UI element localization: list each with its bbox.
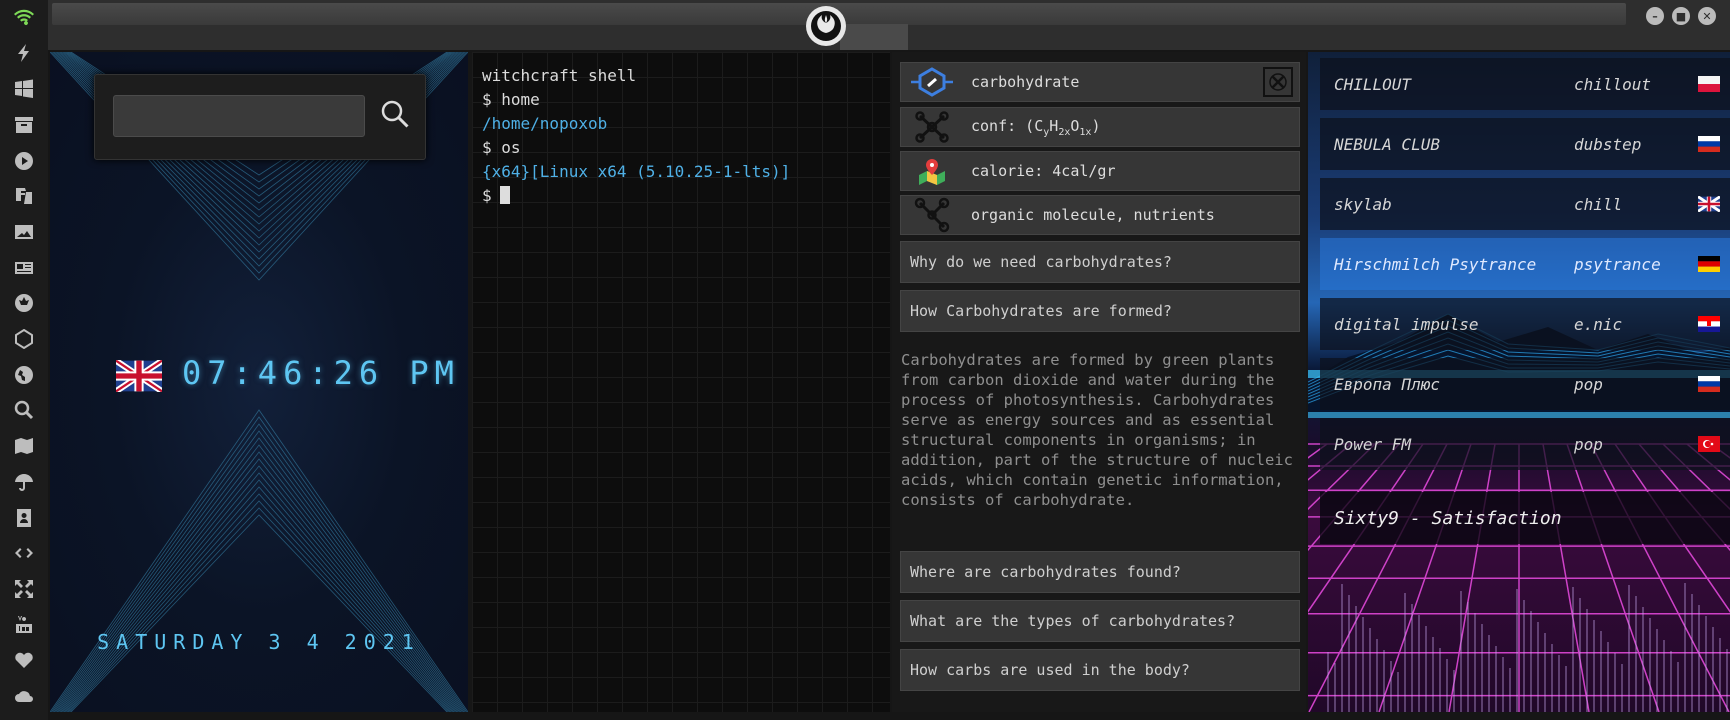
windows-icon[interactable] — [12, 77, 36, 100]
close-icon — [1269, 73, 1287, 91]
station-genre: e.nic — [1574, 314, 1623, 334]
info-calorie-row: calorie: 4cal/gr — [900, 151, 1300, 191]
close-info-button[interactable] — [1263, 67, 1293, 97]
translate-icon[interactable] — [12, 185, 36, 208]
faq-item[interactable]: Where are carbohydrates found? — [900, 551, 1300, 593]
globe-icon[interactable] — [12, 363, 36, 386]
info-title-row: carbohydrate — [900, 62, 1300, 102]
heart-icon[interactable] — [12, 649, 36, 672]
uk-flag-icon — [116, 360, 162, 392]
station-name: CHILLOUT — [1334, 74, 1412, 94]
contact-icon[interactable] — [12, 506, 36, 529]
station-genre: dubstep — [1574, 134, 1642, 154]
cloud-icon[interactable] — [12, 684, 36, 707]
station-genre: pop — [1574, 374, 1603, 394]
turkey-flag-icon — [1698, 436, 1720, 452]
expand-icon[interactable] — [12, 577, 36, 600]
map-icon[interactable] — [12, 434, 36, 457]
logo-tab[interactable] — [840, 24, 908, 50]
station-item[interactable]: NEBULA CLUB dubstep — [1320, 118, 1730, 170]
station-genre: psytrance — [1574, 254, 1661, 274]
station-item[interactable]: Power FM pop — [1320, 418, 1730, 470]
station-genre: chill — [1574, 194, 1623, 214]
newspaper-icon[interactable] — [12, 256, 36, 279]
faq-answer: Carbohydrates are formed by green plants… — [901, 351, 1293, 509]
info-calorie: calorie: 4cal/gr — [971, 162, 1116, 180]
station-name: skylab — [1334, 194, 1392, 214]
station-item[interactable]: digital impulse e.nic — [1320, 298, 1730, 350]
search-input[interactable] — [113, 95, 365, 137]
terminal-line: witchcraft shell — [482, 66, 637, 85]
rebel-icon[interactable] — [12, 292, 36, 315]
station-name: Hirschmilch Psytrance — [1334, 254, 1537, 274]
terminal-panel[interactable]: witchcraft shell $ home /home/nopoxob $ … — [472, 52, 890, 712]
molecule-structure-icon — [901, 108, 963, 146]
russia-flag-icon — [1698, 136, 1720, 152]
info-formula-row: conf: (CyH2xO1x) — [900, 107, 1300, 147]
clock-panel: 07:46:26 PM SATURDAY 3 4 2021 — [50, 52, 468, 712]
close-window-button[interactable]: ✕ — [1698, 7, 1716, 25]
maximize-button[interactable]: ■ — [1672, 7, 1690, 25]
search-button[interactable] — [379, 97, 411, 133]
info-title: carbohydrate — [971, 73, 1080, 91]
faq-item[interactable]: Why do we need carbohydrates? — [900, 241, 1300, 283]
info-category-row: organic molecule, nutrients — [900, 195, 1300, 235]
terminal-line: $ home — [482, 90, 540, 109]
app-sidebar — [0, 0, 48, 720]
station-name: Power FM — [1334, 434, 1412, 454]
germany-flag-icon — [1698, 256, 1720, 272]
uk-flag-icon — [1698, 196, 1720, 212]
youtube-icon[interactable] — [12, 613, 36, 636]
faq-item[interactable]: How carbs are used in the body? — [900, 649, 1300, 691]
radio-panel: CHILLOUT chillout NEBULA CLUB dubstep sk… — [1308, 52, 1730, 712]
info-panel: carbohydrate conf: (CyH2xO1x) calorie: 4… — [892, 52, 1306, 712]
station-item[interactable]: Европа Плюс pop — [1320, 358, 1730, 410]
info-category: organic molecule, nutrients — [971, 206, 1215, 224]
terminal-prompt-line[interactable]: $ — [482, 184, 880, 208]
magnifier-icon — [381, 100, 409, 128]
minimize-button[interactable]: – — [1646, 7, 1664, 25]
faq-item[interactable]: What are the types of carbohydrates? — [900, 600, 1300, 642]
molecule-hexagon-icon — [901, 63, 963, 101]
lightning-icon[interactable] — [12, 42, 36, 65]
terminal-line: $ os — [482, 138, 521, 157]
station-name: NEBULA CLUB — [1334, 134, 1440, 154]
now-playing-title: Sixty9 - Satisfaction — [1320, 492, 1730, 544]
info-formula: conf: (CyH2xO1x) — [971, 116, 1101, 138]
station-name: Европа Плюс — [1334, 374, 1440, 394]
window-titlebar: – ■ ✕ — [48, 0, 1730, 50]
clock-time: 07:46:26 PM — [182, 354, 460, 392]
rebel-alliance-logo[interactable] — [806, 6, 846, 46]
code-icon[interactable] — [12, 542, 36, 565]
play-icon[interactable] — [12, 149, 36, 172]
image-icon[interactable] — [12, 220, 36, 243]
station-genre: pop — [1574, 434, 1603, 454]
station-item[interactable]: skylab chill — [1320, 178, 1730, 230]
station-name: digital impulse — [1334, 314, 1479, 334]
station-item[interactable]: CHILLOUT chillout — [1320, 58, 1730, 110]
station-item-active[interactable]: Hirschmilch Psytrance psytrance — [1320, 238, 1730, 290]
archive-icon[interactable] — [12, 113, 36, 136]
terminal-line: /home/nopoxob — [482, 114, 608, 133]
croatia-flag-icon — [1698, 316, 1720, 332]
sketch-icon[interactable] — [12, 327, 36, 350]
map-pin-icon — [901, 152, 963, 190]
poland-flag-icon — [1698, 76, 1720, 92]
station-genre: chillout — [1574, 74, 1652, 94]
terminal-cursor — [499, 186, 510, 204]
umbrella-icon[interactable] — [12, 470, 36, 493]
clock-date: SATURDAY 3 4 2021 — [97, 630, 421, 654]
wifi-icon[interactable] — [12, 6, 36, 29]
terminal-prompt: $ — [482, 186, 492, 205]
network-nodes-icon — [901, 196, 963, 234]
search-icon[interactable] — [12, 399, 36, 422]
russia-flag-icon — [1698, 376, 1720, 392]
faq-item-expanded[interactable]: How Carbohydrates are formed? — [900, 290, 1300, 332]
terminal-line: {x64}[Linux x64 (5.10.25-1-lts)] — [482, 162, 791, 181]
search-widget — [94, 74, 426, 160]
